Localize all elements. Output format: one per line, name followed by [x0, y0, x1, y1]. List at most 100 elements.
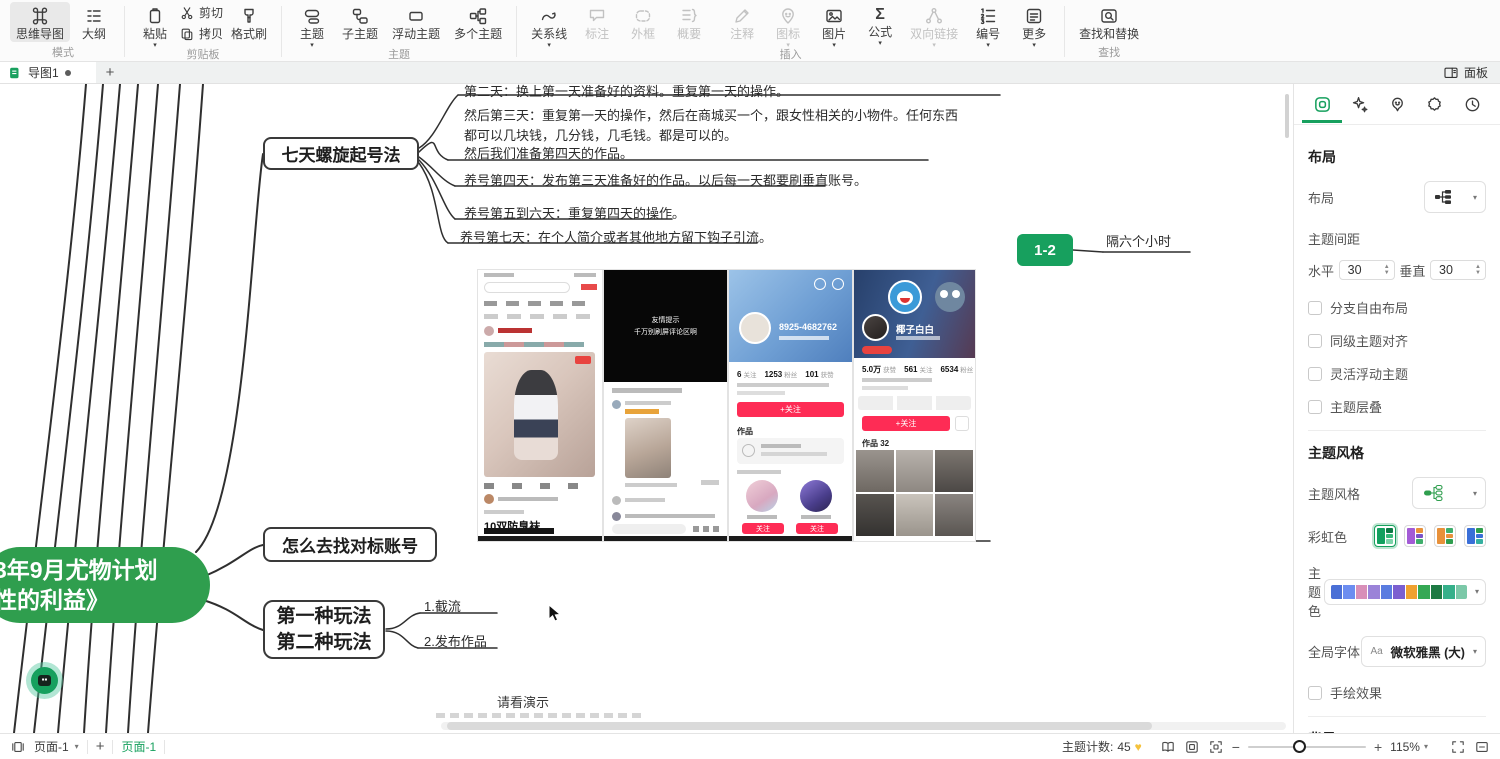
reading-view-icon[interactable] [1160, 739, 1176, 755]
node-play-methods[interactable]: 第一种玩法 第二种玩法 [263, 600, 385, 659]
mindmap-canvas[interactable]: 第二天：换上第一天准备好的资料。重复第一天的操作。 然后第三天：重复第一天的操作… [0, 84, 1293, 733]
topic-day5-6[interactable]: 养号第五到六天：重复第四天的操作。 [464, 203, 685, 222]
topic-day3-line3[interactable]: 然后我们准备第四天的作品。 [464, 143, 633, 162]
numbering-button[interactable]: 编号▾ [966, 2, 1010, 49]
zoom-out-button[interactable]: − [1232, 739, 1240, 755]
image-button[interactable]: 图片▾ [812, 2, 856, 49]
mindmap-mode-button[interactable]: 思维导图 [10, 2, 70, 42]
page-selector-dropdown[interactable]: 页面-1 ▾ [34, 738, 79, 755]
tab-icon-marker[interactable] [1385, 86, 1409, 123]
step-down-icon[interactable]: ▼ [1475, 270, 1481, 276]
work-thumb[interactable] [856, 450, 894, 492]
subtopic-button[interactable]: 子主题 [336, 2, 384, 42]
fullscreen-icon[interactable] [1450, 739, 1466, 755]
copy-button[interactable]: 拷贝 [179, 25, 223, 42]
panel-toggle-button[interactable]: 面板 [1431, 62, 1500, 83]
branch-collapse-badge[interactable]: ▪▪ [31, 667, 58, 694]
comment-input[interactable] [612, 524, 686, 534]
screenshot-xiaohongshu-post[interactable]: 10双防臭袜 [478, 270, 602, 541]
checkbox-sketch-effect[interactable]: 手绘效果 [1308, 683, 1486, 702]
node-find-benchmark[interactable]: 怎么去找对标账号 [263, 527, 437, 562]
work-thumb[interactable] [896, 494, 934, 536]
profile-avatar[interactable] [739, 312, 771, 344]
work-thumb[interactable] [935, 450, 973, 492]
boundary-button[interactable]: 外框 [621, 2, 665, 42]
topic-play-child2[interactable]: 2.发布作品 [424, 631, 487, 650]
node-1-2[interactable]: 1-2 [1017, 234, 1073, 266]
relation-line-button[interactable]: 关系线▾ [525, 2, 573, 49]
more-icon[interactable] [832, 278, 844, 290]
checkbox-sibling-align[interactable]: 同级主题对齐 [1308, 331, 1486, 350]
summary-button[interactable]: 概要 [667, 2, 711, 42]
collapse-panel-icon[interactable] [1474, 739, 1490, 755]
multi-topic-button[interactable]: 多个主题 [448, 2, 508, 42]
follow-button[interactable]: +关注 [737, 402, 844, 417]
more-button[interactable]: 更多▾ [1012, 2, 1056, 49]
focus-node-icon[interactable] [1184, 739, 1200, 755]
video-frame[interactable]: 友情提示 千万别刷屏评论区啊 [604, 270, 727, 382]
topic-play-child1[interactable]: 1.截流 [424, 596, 461, 615]
paste-button[interactable]: 粘贴▾ [133, 2, 177, 49]
tab-layout[interactable] [1310, 86, 1334, 123]
theme-style-dropdown[interactable]: ▾ [1412, 477, 1486, 509]
icon-marker-button[interactable]: 图标▾ [766, 2, 810, 49]
works-grid[interactable] [856, 450, 973, 536]
vertical-spacing-stepper[interactable]: 30▲▼ [1430, 260, 1486, 280]
bidirectional-link-button[interactable]: 双向链接▾ [904, 2, 964, 49]
rainbow-swatch-2[interactable] [1404, 525, 1426, 547]
outline-mode-button[interactable]: 大纲 [72, 2, 116, 42]
step-down-icon[interactable]: ▼ [1384, 270, 1390, 276]
profile-avatar[interactable] [862, 314, 889, 341]
checkbox-topic-overlap[interactable]: 主题层叠 [1308, 397, 1486, 416]
zoom-level-dropdown[interactable]: 115% ▾ [1390, 740, 1428, 754]
screenshot-video-comments[interactable]: 友情提示 千万别刷屏评论区啊 [604, 270, 727, 541]
add-page-button[interactable]: + [96, 738, 105, 755]
vertical-scrollbar-thumb[interactable] [1285, 94, 1289, 138]
horizontal-spacing-stepper[interactable]: 30▲▼ [1339, 260, 1395, 280]
document-tab[interactable]: 导图1 [0, 62, 96, 83]
work-thumb[interactable] [856, 494, 894, 536]
screenshot-profile-2[interactable]: 椰子白白 5.0万获赞 561关注 6534粉丝 +关注 作品 32 [854, 270, 975, 541]
search-button[interactable] [581, 284, 597, 290]
search-input[interactable] [484, 282, 570, 293]
topic-day2[interactable]: 第二天：换上第一天准备好的资料。重复第一天的操作。 [464, 84, 789, 100]
comment-photo[interactable] [625, 418, 671, 478]
floating-topic-button[interactable]: 浮动主题 [386, 2, 446, 42]
formula-button[interactable]: Σ 公式▾ [858, 2, 902, 47]
root-node[interactable]: 3年9月尤物计划 性的利益》 [0, 547, 210, 623]
theme-color-dropdown[interactable]: ▾ [1324, 579, 1486, 605]
layout-dropdown[interactable]: ▾ [1424, 181, 1486, 213]
topic-button[interactable]: 主题▾ [290, 2, 334, 49]
work-thumb[interactable] [896, 450, 934, 492]
rainbow-swatch-4[interactable] [1464, 525, 1486, 547]
format-painter-button[interactable]: 格式刷 [225, 2, 273, 42]
fit-screen-icon[interactable] [1208, 739, 1224, 755]
work-thumb[interactable] [935, 494, 973, 536]
horizontal-scrollbar-thumb[interactable] [447, 722, 1152, 730]
pages-panel-icon[interactable] [10, 739, 26, 755]
cut-button[interactable]: 剪切 [179, 4, 223, 21]
suggest-card[interactable]: 关注 [793, 480, 841, 535]
horizontal-scrollbar[interactable] [441, 722, 1286, 730]
checkbox-flexible-floating[interactable]: 灵活浮动主题 [1308, 364, 1486, 383]
tab-style[interactable] [1348, 86, 1372, 123]
zoom-slider-thumb[interactable] [1293, 740, 1306, 753]
zoom-in-button[interactable]: + [1374, 739, 1382, 755]
global-font-dropdown[interactable]: Aa 微软雅黑 (大) ▾ [1361, 636, 1486, 667]
follow-button[interactable]: +关注 [862, 416, 950, 431]
callout-button[interactable]: 标注 [575, 2, 619, 42]
node-seven-day-method[interactable]: 七天螺旋起号法 [263, 137, 419, 170]
topic-day3-line2[interactable]: 都可以几块钱，几分钱，几毛钱。都是可以的。 [464, 125, 737, 144]
checkbox-free-branch-layout[interactable]: 分支自由布局 [1308, 298, 1486, 317]
note-button[interactable]: 注释 [720, 2, 764, 42]
follow-small-button[interactable]: 关注 [742, 523, 784, 534]
rainbow-swatch-1[interactable] [1374, 525, 1396, 547]
zoom-slider[interactable] [1248, 746, 1366, 748]
topic-interval[interactable]: 隔六个小时 [1106, 231, 1171, 250]
message-button[interactable] [955, 416, 969, 431]
topic-day4[interactable]: 养号第四天：发布第三天准备好的作品。以后每一天都要刷垂直账号。 [464, 170, 867, 189]
tab-sticker[interactable] [1423, 86, 1447, 123]
add-tab-button[interactable]: + [96, 62, 124, 83]
find-replace-button[interactable]: 查找和替换 [1073, 2, 1145, 42]
active-page-tab[interactable]: 页面-1 [121, 738, 156, 755]
